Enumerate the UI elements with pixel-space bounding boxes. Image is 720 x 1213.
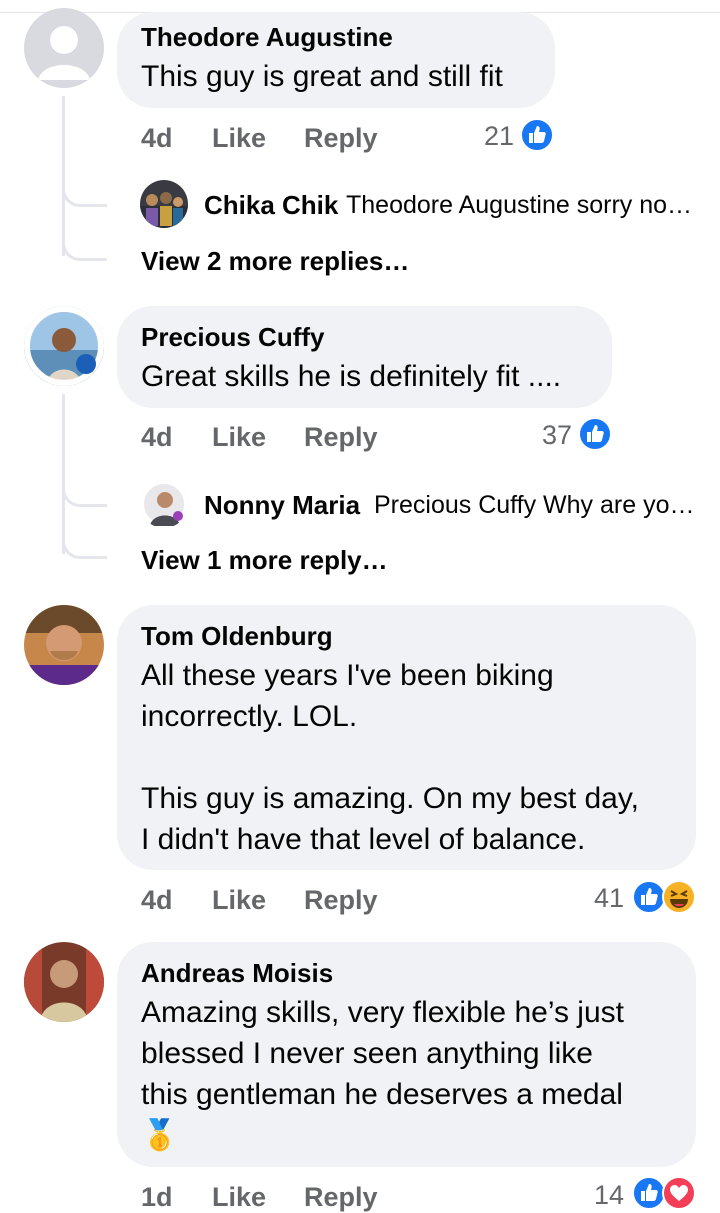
like-reaction-icon [578,417,612,451]
comment-age: 4d [141,422,173,452]
like-reaction-icon [520,118,554,152]
reaction-count[interactable]: 41 [560,883,624,914]
reply-button[interactable]: Reply [304,123,378,154]
like-button[interactable]: Like [212,885,266,916]
reply-author[interactable]: Chika Chik [204,190,338,221]
comment-bubble[interactable]: Andreas Moisis Amazing skills, very flex… [117,942,696,1167]
comment-bubble[interactable]: Precious Cuffy Great skills he is defini… [117,306,612,408]
avatar-andreas-moisis[interactable] [24,942,104,1022]
like-button[interactable]: Like [212,422,266,453]
thread-branch [62,460,107,507]
love-reaction-icon [662,1176,696,1210]
reply-author[interactable]: Nonny Maria [204,490,360,521]
reply-preview[interactable]: Theodore Augustine sorry no… [346,191,692,220]
reaction-count[interactable]: 37 [508,420,572,451]
comment-age: 4d [141,885,173,915]
avatar-precious-cuffy[interactable] [24,306,104,386]
reply-preview[interactable]: Precious Cuffy Why are yo… [374,491,694,520]
like-button[interactable]: Like [212,1182,266,1213]
view-more-replies-link[interactable]: View 2 more replies… [141,246,409,277]
reply-button[interactable]: Reply [304,422,378,453]
like-reaction-icon [632,1176,666,1210]
reply-button[interactable]: Reply [304,885,378,916]
avatar-tom-oldenburg[interactable] [24,605,104,685]
thread-branch [62,214,107,261]
avatar-nonny-maria[interactable] [140,480,188,528]
thread-branch [62,160,107,207]
view-more-replies-link[interactable]: View 1 more reply… [141,545,388,576]
comment-text: Amazing skills, very flexible he’s just … [141,996,624,1152]
reaction-count[interactable]: 21 [450,121,514,152]
like-button[interactable]: Like [212,123,266,154]
comment-text: All these years I've been biking incorre… [141,659,639,856]
comment-age: 1d [141,1182,173,1212]
reaction-count[interactable]: 14 [560,1180,624,1211]
comment-author[interactable]: Andreas Moisis [141,958,333,989]
comment-bubble[interactable]: Theodore Augustine This guy is great and… [117,12,555,108]
avatar-chika-chik[interactable] [140,180,188,228]
comment-author[interactable]: Tom Oldenburg [141,621,333,652]
comment-author[interactable]: Precious Cuffy [141,322,325,353]
comment-author[interactable]: Theodore Augustine [141,22,393,53]
like-reaction-icon [632,880,666,914]
comment-text: Great skills he is definitely fit .... [141,360,562,393]
comment-age: 4d [141,123,173,153]
comment-bubble[interactable]: Tom Oldenburg All these years I've been … [117,605,696,870]
avatar-theodore-augustine[interactable] [24,8,104,88]
thread-branch [62,512,107,559]
reply-button[interactable]: Reply [304,1182,378,1213]
haha-reaction-icon [662,880,696,914]
comment-text: This guy is great and still fit [141,60,503,93]
